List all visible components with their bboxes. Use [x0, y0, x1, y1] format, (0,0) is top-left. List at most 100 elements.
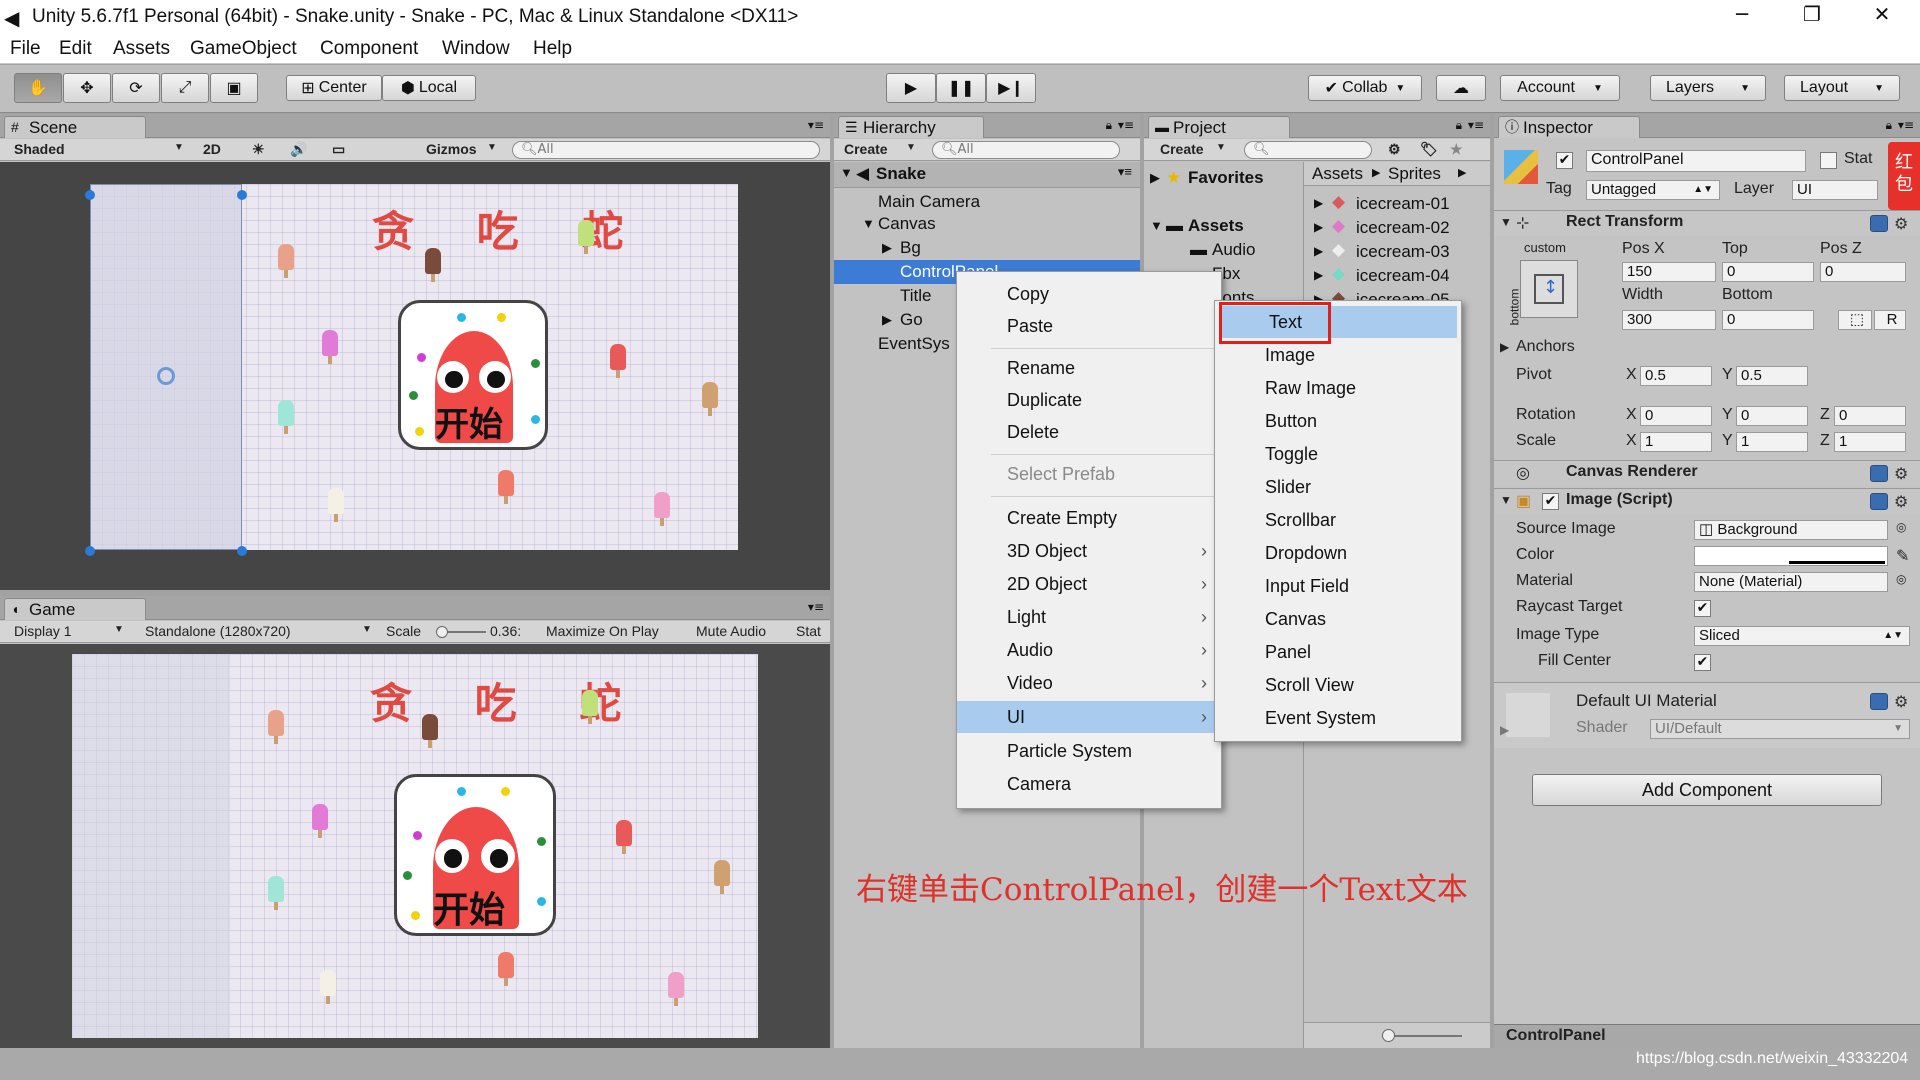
hierarchy-item-go[interactable]: Go	[900, 310, 923, 330]
shading-mode-dropdown[interactable]: Shaded	[14, 141, 65, 157]
expand-arrow-icon[interactable]: ▶	[882, 312, 892, 328]
top-field[interactable]: 0	[1722, 262, 1814, 282]
image-component-header[interactable]: ▼ ▣ ✔ Image (Script) ⚙	[1494, 488, 1920, 514]
object-picker-icon[interactable]: ◎	[1896, 572, 1906, 586]
anchor-preset-button[interactable]: ↕	[1520, 260, 1578, 318]
rotation-y-field[interactable]: 0	[1736, 406, 1808, 426]
menu-help[interactable]: Help	[533, 38, 572, 60]
display-dropdown[interactable]: Display 1	[14, 623, 72, 639]
scale-tool-button[interactable]: ⤢	[161, 73, 209, 103]
submenu-item-input-field[interactable]: Input Field	[1215, 570, 1461, 602]
rect-handle[interactable]	[85, 190, 95, 200]
scale-z-field[interactable]: 1	[1834, 432, 1906, 452]
image-enabled-checkbox[interactable]: ✔	[1542, 493, 1559, 510]
static-checkbox[interactable]	[1820, 152, 1837, 169]
menu-item-audio[interactable]: Audio ›	[957, 634, 1221, 666]
menu-item-2d-object[interactable]: 2D Object ›	[957, 568, 1221, 600]
expand-arrow-icon[interactable]: ▶	[1150, 170, 1160, 186]
posx-field[interactable]: 150	[1622, 262, 1716, 282]
lock-icon[interactable]: 🔒︎	[1106, 118, 1112, 133]
lock-icon[interactable]: 🔒︎	[1456, 118, 1462, 133]
panel-menu-icon[interactable]: ▾≡	[1468, 118, 1484, 132]
raw-edit-button[interactable]: R	[1874, 310, 1906, 330]
resolution-dropdown[interactable]: Standalone (1280x720)	[145, 623, 291, 639]
panel-menu-icon[interactable]: ▾≡	[808, 118, 824, 132]
project-sprite-icecream-02[interactable]: icecream-02	[1356, 218, 1450, 238]
fill-center-checkbox[interactable]: ✔	[1694, 654, 1711, 671]
expand-arrow-icon[interactable]: ▶	[1500, 723, 1509, 737]
collapse-arrow-icon[interactable]: ▼	[1500, 215, 1512, 229]
play-button[interactable]: ▶	[886, 73, 936, 103]
side-badge[interactable]: 红包	[1888, 142, 1920, 210]
pause-button[interactable]: ❚❚	[936, 73, 986, 103]
cloud-button[interactable]: ☁	[1436, 75, 1486, 101]
rect-tool-button[interactable]: ▣	[210, 73, 258, 103]
scene-viewport[interactable]: 贪 吃 蛇 开始	[0, 162, 830, 590]
menu-item-video[interactable]: Video ›	[957, 667, 1221, 699]
tab-project[interactable]: ▬ Project	[1148, 116, 1290, 138]
minimize-button[interactable]: ─	[1722, 2, 1762, 26]
component-help-icon[interactable]	[1870, 465, 1888, 482]
project-sprite-icecream-03[interactable]: icecream-03	[1356, 242, 1450, 262]
hierarchy-scene-row[interactable]: ▼ ◀ Snake ▾≡	[834, 162, 1140, 188]
submenu-item-event-system[interactable]: Event System	[1215, 702, 1461, 734]
expand-arrow-icon[interactable]: ▼	[840, 165, 853, 180]
rotate-tool-button[interactable]: ⟳	[112, 73, 160, 103]
layers-dropdown[interactable]: Layers ▼	[1650, 75, 1766, 101]
component-gear-icon[interactable]: ⚙	[1894, 692, 1908, 711]
expand-arrow-icon[interactable]: ▼	[862, 216, 875, 231]
hand-tool-button[interactable]: ✋	[14, 73, 62, 103]
canvas-renderer-header[interactable]: ◎ Canvas Renderer ⚙	[1494, 460, 1920, 486]
audio-toggle-icon[interactable]: 🔊	[290, 141, 307, 158]
stats-toggle[interactable]: Stat	[796, 623, 821, 639]
expand-arrow-icon[interactable]: ▶	[1314, 196, 1323, 210]
rotation-x-field[interactable]: 0	[1640, 406, 1712, 426]
bottom-field[interactable]: 0	[1722, 310, 1814, 330]
account-dropdown[interactable]: Account ▼	[1500, 75, 1620, 101]
layout-dropdown[interactable]: Layout ▼	[1784, 75, 1900, 101]
hierarchy-item-bg[interactable]: Bg	[900, 238, 921, 258]
expand-arrow-icon[interactable]: ▶	[882, 240, 892, 256]
width-field[interactable]: 300	[1622, 310, 1716, 330]
menu-item-ui[interactable]: UI ›	[957, 701, 1221, 733]
pivot-local-button[interactable]: ⬢ Local	[382, 75, 476, 101]
submenu-item-scrollbar[interactable]: Scrollbar	[1215, 504, 1461, 536]
menu-item-3d-object[interactable]: 3D Object ›	[957, 535, 1221, 567]
move-tool-button[interactable]: ✥	[63, 73, 111, 103]
submenu-item-raw-image[interactable]: Raw Image	[1215, 372, 1461, 404]
project-sprite-icecream-01[interactable]: icecream-01	[1356, 194, 1450, 214]
project-create-dropdown[interactable]: Create	[1160, 141, 1204, 157]
component-gear-icon[interactable]: ⚙	[1894, 492, 1908, 511]
filter-type-icon[interactable]: ⚙	[1388, 141, 1401, 158]
submenu-item-image[interactable]: Image	[1215, 339, 1461, 371]
menu-assets[interactable]: Assets	[113, 38, 170, 60]
submenu-item-canvas[interactable]: Canvas	[1215, 603, 1461, 635]
project-search-input[interactable]: 🔍︎	[1244, 141, 1372, 159]
hierarchy-item-eventsystem[interactable]: EventSys	[878, 334, 950, 354]
collapse-arrow-icon[interactable]: ▼	[1500, 493, 1512, 507]
menu-component[interactable]: Component	[320, 38, 418, 60]
component-help-icon[interactable]	[1870, 693, 1888, 710]
expand-arrow-icon[interactable]: ▶	[1314, 244, 1323, 258]
eyedropper-icon[interactable]: ✎	[1896, 546, 1909, 566]
anchors-label[interactable]: Anchors	[1516, 338, 1575, 356]
rect-handle[interactable]	[85, 546, 95, 556]
component-gear-icon[interactable]: ⚙	[1894, 214, 1908, 233]
tab-hierarchy[interactable]: ☰ Hierarchy	[838, 116, 984, 138]
2d-toggle-button[interactable]: 2D	[203, 141, 221, 157]
collab-dropdown[interactable]: ✔ Collab ▼	[1308, 75, 1422, 101]
menu-item-create-empty[interactable]: Create Empty	[957, 502, 1221, 534]
scale-y-field[interactable]: 1	[1736, 432, 1808, 452]
menu-item-camera[interactable]: Camera	[957, 768, 1221, 800]
preview-object-name[interactable]: ControlPanel	[1506, 1027, 1606, 1045]
pivot-handle[interactable]	[157, 367, 175, 385]
panel-menu-icon[interactable]: ▾≡	[1898, 118, 1914, 132]
menu-item-duplicate[interactable]: Duplicate	[957, 384, 1221, 416]
lock-icon[interactable]: 🔒︎	[1886, 118, 1892, 133]
hierarchy-search-input[interactable]: 🔍︎All	[932, 141, 1120, 159]
project-folder-audio[interactable]: Audio	[1212, 240, 1255, 260]
menu-window[interactable]: Window	[442, 38, 510, 60]
submenu-item-dropdown[interactable]: Dropdown	[1215, 537, 1461, 569]
project-sprite-icecream-04[interactable]: icecream-04	[1356, 266, 1450, 286]
active-checkbox[interactable]: ✔	[1556, 152, 1573, 169]
